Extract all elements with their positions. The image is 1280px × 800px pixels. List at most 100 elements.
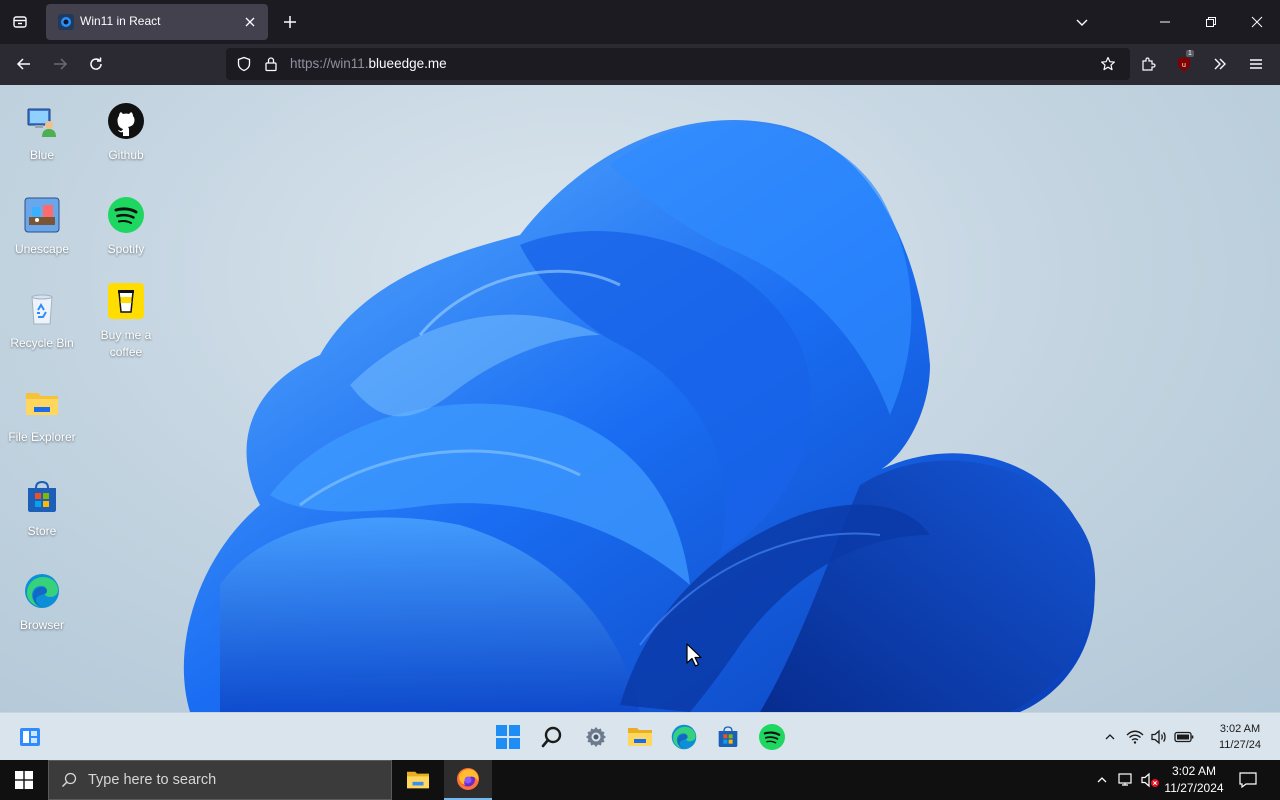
close-window-button[interactable]	[1234, 0, 1280, 44]
url-text[interactable]: https://win11.blueedge.me	[290, 56, 447, 71]
taskbar-clock[interactable]: 3:02 AM 11/27/2024	[1162, 763, 1226, 797]
search-icon	[541, 726, 562, 748]
taskbar-time: 3:02 AM	[1171, 764, 1217, 778]
close-icon	[1251, 16, 1263, 28]
desktop-icon-blue[interactable]: Blue	[0, 103, 84, 164]
tab-list-button[interactable]	[0, 4, 40, 40]
chevron-down-icon	[1076, 19, 1088, 26]
arrow-left-icon	[16, 58, 30, 70]
bookmark-button[interactable]	[1096, 52, 1120, 76]
recycle-bin-icon	[24, 291, 60, 327]
coffee-cup-icon	[108, 283, 144, 319]
desktop-icon-label: Buy me a coffee	[100, 328, 152, 359]
url-bar[interactable]: https://win11.blueedge.me	[226, 48, 1130, 80]
forward-button[interactable]	[44, 48, 76, 80]
desktop-icon-label: Browser	[19, 618, 64, 632]
url-host: blueedge.me	[368, 56, 447, 71]
store-icon	[24, 479, 60, 515]
minimize-icon	[1160, 21, 1170, 23]
action-center-button[interactable]	[1230, 760, 1266, 800]
tray-overflow-button[interactable]	[1090, 760, 1114, 800]
network-disconnected-icon	[1118, 773, 1132, 786]
desktop-icon-file-explorer[interactable]: File Explorer	[0, 385, 84, 446]
desktop-icon-unescape[interactable]: Unescape	[0, 197, 84, 258]
win11-tray-overflow-button[interactable]	[1094, 721, 1126, 753]
volume-button[interactable]	[1138, 760, 1162, 800]
search-icon	[61, 772, 77, 788]
volume-icon	[1151, 729, 1166, 745]
restore-icon	[1206, 17, 1216, 27]
hamburger-menu-icon	[1250, 59, 1262, 69]
volume-muted-icon	[1141, 772, 1159, 788]
battery-icon	[1174, 731, 1194, 743]
taskbar-firefox[interactable]	[444, 760, 492, 800]
star-icon	[1101, 56, 1115, 71]
new-tab-button[interactable]	[276, 8, 304, 36]
folder-icon	[24, 385, 60, 421]
app-menu-button[interactable]	[1240, 48, 1272, 80]
win11-start-button[interactable]	[492, 721, 524, 753]
win11-edge-button[interactable]	[668, 721, 700, 753]
desktop-icon-label: File Explorer	[8, 430, 76, 444]
win11-store-button[interactable]	[712, 721, 744, 753]
unescape-icon	[24, 197, 60, 233]
desktop-icon-browser[interactable]: Browser	[0, 573, 84, 634]
reload-icon	[90, 57, 102, 70]
spotify-icon	[759, 724, 785, 750]
desktop-icon-label: Spotify	[107, 242, 145, 256]
arrow-right-icon	[54, 58, 68, 70]
win11-spotify-button[interactable]	[756, 721, 788, 753]
edge-icon	[671, 724, 697, 750]
spotify-icon	[108, 197, 144, 233]
desktop-icon-label: Recycle Bin	[10, 336, 74, 350]
desktop-icon-store[interactable]: Store	[0, 479, 84, 540]
tracking-shield-icon[interactable]	[236, 56, 252, 72]
minimize-button[interactable]	[1142, 0, 1188, 44]
firefox-icon	[457, 768, 479, 790]
network-button[interactable]	[1114, 760, 1138, 800]
windows-taskbar: Type here to search 3:02 AM 11/27/2024	[0, 760, 1280, 800]
bloom-wallpaper-image	[183, 119, 1096, 712]
win11-search-button[interactable]	[536, 721, 568, 753]
more-tools-button[interactable]	[1204, 48, 1236, 80]
taskbar-date: 11/27/2024	[1164, 781, 1224, 795]
win11-file-explorer-button[interactable]	[624, 721, 656, 753]
double-chevron-right-icon	[1214, 58, 1226, 70]
reload-button[interactable]	[80, 48, 112, 80]
svg-text:u: u	[1182, 62, 1186, 69]
taskbar-search-box[interactable]: Type here to search	[48, 760, 392, 800]
restore-button[interactable]	[1188, 0, 1234, 44]
list-all-tabs-button[interactable]	[1068, 8, 1096, 36]
extensions-button[interactable]	[1132, 48, 1164, 80]
edge-icon	[24, 573, 60, 609]
start-icon	[496, 725, 520, 749]
widgets-button[interactable]	[14, 721, 46, 753]
browser-tab-bar: Win11 in React	[0, 0, 1280, 44]
win11-time: 3:02 AM	[1219, 723, 1261, 735]
back-button[interactable]	[8, 48, 40, 80]
extension-badge: 1	[1186, 50, 1194, 57]
wifi-icon	[1126, 730, 1144, 744]
github-icon	[108, 103, 144, 139]
lock-icon[interactable]	[264, 56, 278, 72]
desktop-icon-spotify[interactable]: Spotify	[84, 197, 168, 258]
file-explorer-icon	[407, 771, 429, 789]
desktop[interactable]: Blue Github Unescape Spotify Recycle Bin…	[0, 85, 1280, 712]
browser-tab[interactable]: Win11 in React	[46, 4, 268, 40]
user-computer-icon	[24, 103, 60, 139]
puzzle-icon	[1142, 57, 1156, 71]
notification-icon	[1239, 772, 1257, 788]
desktop-icon-buy-me-a-coffee[interactable]: Buy me a coffee	[84, 283, 168, 361]
settings-icon	[586, 727, 606, 747]
desktop-icon-recycle-bin[interactable]: Recycle Bin	[0, 291, 84, 352]
win11-quick-settings-button[interactable]	[1124, 721, 1196, 753]
desktop-icon-github[interactable]: Github	[84, 103, 168, 164]
tab-close-button[interactable]	[240, 12, 260, 32]
ublock-extension-button[interactable]: u 1	[1168, 48, 1200, 80]
win11-settings-button[interactable]	[580, 721, 612, 753]
win11-clock[interactable]: 3:02 AM 11/27/24	[1210, 721, 1270, 753]
taskbar-file-explorer[interactable]	[394, 760, 442, 800]
chevron-up-icon	[1105, 734, 1115, 740]
start-button[interactable]	[0, 760, 48, 800]
store-icon	[718, 726, 738, 747]
